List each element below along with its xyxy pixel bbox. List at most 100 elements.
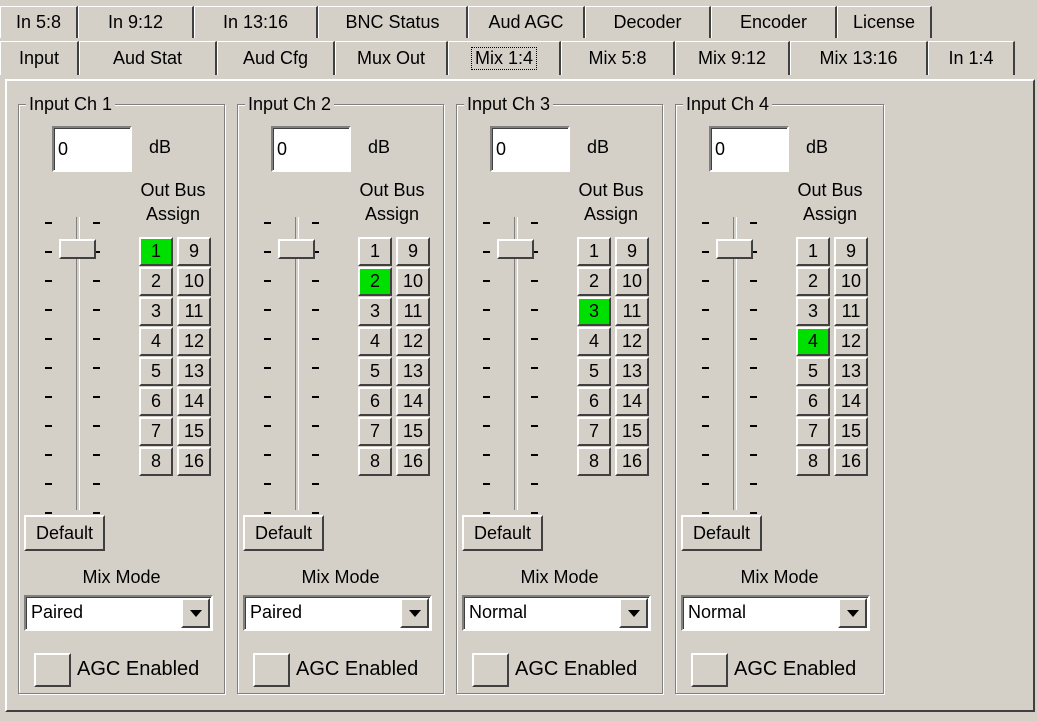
- bus-button-15[interactable]: 15: [396, 417, 430, 446]
- bus-button-9[interactable]: 9: [177, 237, 211, 266]
- bus-button-5[interactable]: 5: [358, 357, 392, 386]
- bus-button-16[interactable]: 16: [834, 447, 868, 476]
- tab-aud-agc[interactable]: Aud AGC: [468, 6, 585, 38]
- bus-button-10[interactable]: 10: [834, 267, 868, 296]
- mix-mode-select[interactable]: Paired: [24, 595, 213, 631]
- bus-button-7[interactable]: 7: [358, 417, 392, 446]
- default-button[interactable]: Default: [681, 515, 762, 551]
- bus-button-15[interactable]: 15: [615, 417, 649, 446]
- fader-thumb[interactable]: [59, 238, 96, 259]
- bus-button-12[interactable]: 12: [396, 327, 430, 356]
- bus-button-13[interactable]: 13: [834, 357, 868, 386]
- bus-button-8[interactable]: 8: [796, 447, 830, 476]
- gain-input[interactable]: [709, 126, 789, 172]
- default-button[interactable]: Default: [243, 515, 324, 551]
- mix-mode-select[interactable]: Paired: [243, 595, 432, 631]
- tab-in-13-16[interactable]: In 13:16: [194, 6, 318, 38]
- bus-button-2[interactable]: 2: [139, 267, 173, 296]
- chevron-down-icon[interactable]: [838, 598, 867, 628]
- bus-button-16[interactable]: 16: [615, 447, 649, 476]
- bus-button-6[interactable]: 6: [796, 387, 830, 416]
- bus-button-13[interactable]: 13: [615, 357, 649, 386]
- bus-button-10[interactable]: 10: [615, 267, 649, 296]
- tab-bnc-status[interactable]: BNC Status: [318, 6, 468, 38]
- bus-button-3[interactable]: 3: [796, 297, 830, 326]
- bus-button-11[interactable]: 11: [834, 297, 868, 326]
- chevron-down-icon[interactable]: [619, 598, 648, 628]
- tab-mix-5-8[interactable]: Mix 5:8: [561, 41, 675, 75]
- bus-button-9[interactable]: 9: [834, 237, 868, 266]
- gain-input[interactable]: [52, 126, 132, 172]
- gain-input[interactable]: [271, 126, 351, 172]
- bus-button-4[interactable]: 4: [796, 327, 830, 356]
- bus-button-11[interactable]: 11: [396, 297, 430, 326]
- tab-in-1-4[interactable]: In 1:4: [928, 41, 1015, 75]
- bus-button-1[interactable]: 1: [577, 237, 611, 266]
- bus-button-14[interactable]: 14: [177, 387, 211, 416]
- bus-button-7[interactable]: 7: [577, 417, 611, 446]
- bus-button-10[interactable]: 10: [396, 267, 430, 296]
- bus-button-13[interactable]: 13: [177, 357, 211, 386]
- mix-mode-select[interactable]: Normal: [462, 595, 651, 631]
- agc-toggle-button[interactable]: [472, 653, 509, 687]
- tab-in-9-12[interactable]: In 9:12: [78, 6, 194, 38]
- bus-button-5[interactable]: 5: [577, 357, 611, 386]
- gain-input[interactable]: [490, 126, 570, 172]
- bus-button-6[interactable]: 6: [139, 387, 173, 416]
- bus-button-14[interactable]: 14: [615, 387, 649, 416]
- tab-mix-13-16[interactable]: Mix 13:16: [790, 41, 928, 75]
- bus-button-12[interactable]: 12: [615, 327, 649, 356]
- bus-button-3[interactable]: 3: [358, 297, 392, 326]
- fader-track[interactable]: [295, 217, 299, 510]
- fader-track[interactable]: [76, 217, 80, 510]
- bus-button-4[interactable]: 4: [139, 327, 173, 356]
- bus-button-11[interactable]: 11: [615, 297, 649, 326]
- bus-button-4[interactable]: 4: [358, 327, 392, 356]
- tab-mix-1-4[interactable]: Mix 1:4: [448, 41, 561, 75]
- bus-button-3[interactable]: 3: [139, 297, 173, 326]
- bus-button-15[interactable]: 15: [177, 417, 211, 446]
- chevron-down-icon[interactable]: [400, 598, 429, 628]
- bus-button-14[interactable]: 14: [396, 387, 430, 416]
- tab-mix-9-12[interactable]: Mix 9:12: [675, 41, 790, 75]
- bus-button-15[interactable]: 15: [834, 417, 868, 446]
- fader-thumb[interactable]: [716, 238, 753, 259]
- bus-button-2[interactable]: 2: [358, 267, 392, 296]
- bus-button-8[interactable]: 8: [358, 447, 392, 476]
- bus-button-5[interactable]: 5: [139, 357, 173, 386]
- bus-button-16[interactable]: 16: [177, 447, 211, 476]
- mix-mode-select[interactable]: Normal: [681, 595, 870, 631]
- fader-track[interactable]: [733, 217, 737, 510]
- bus-button-12[interactable]: 12: [834, 327, 868, 356]
- fader-thumb[interactable]: [497, 238, 534, 259]
- agc-toggle-button[interactable]: [253, 653, 290, 687]
- bus-button-1[interactable]: 1: [358, 237, 392, 266]
- tab-aud-cfg[interactable]: Aud Cfg: [217, 41, 335, 75]
- tab-mux-out[interactable]: Mux Out: [335, 41, 448, 75]
- bus-button-14[interactable]: 14: [834, 387, 868, 416]
- bus-button-9[interactable]: 9: [615, 237, 649, 266]
- chevron-down-icon[interactable]: [181, 598, 210, 628]
- bus-button-1[interactable]: 1: [139, 237, 173, 266]
- bus-button-3[interactable]: 3: [577, 297, 611, 326]
- bus-button-6[interactable]: 6: [577, 387, 611, 416]
- bus-button-7[interactable]: 7: [796, 417, 830, 446]
- default-button[interactable]: Default: [462, 515, 543, 551]
- bus-button-6[interactable]: 6: [358, 387, 392, 416]
- bus-button-5[interactable]: 5: [796, 357, 830, 386]
- bus-button-10[interactable]: 10: [177, 267, 211, 296]
- bus-button-8[interactable]: 8: [139, 447, 173, 476]
- tab-decoder[interactable]: Decoder: [585, 6, 711, 38]
- tab-encoder[interactable]: Encoder: [711, 6, 837, 38]
- default-button[interactable]: Default: [24, 515, 105, 551]
- bus-button-1[interactable]: 1: [796, 237, 830, 266]
- fader-thumb[interactable]: [278, 238, 315, 259]
- bus-button-7[interactable]: 7: [139, 417, 173, 446]
- tab-license[interactable]: License: [837, 6, 932, 38]
- bus-button-4[interactable]: 4: [577, 327, 611, 356]
- bus-button-2[interactable]: 2: [796, 267, 830, 296]
- bus-button-13[interactable]: 13: [396, 357, 430, 386]
- agc-toggle-button[interactable]: [691, 653, 728, 687]
- tab-input[interactable]: Input: [0, 41, 79, 75]
- bus-button-2[interactable]: 2: [577, 267, 611, 296]
